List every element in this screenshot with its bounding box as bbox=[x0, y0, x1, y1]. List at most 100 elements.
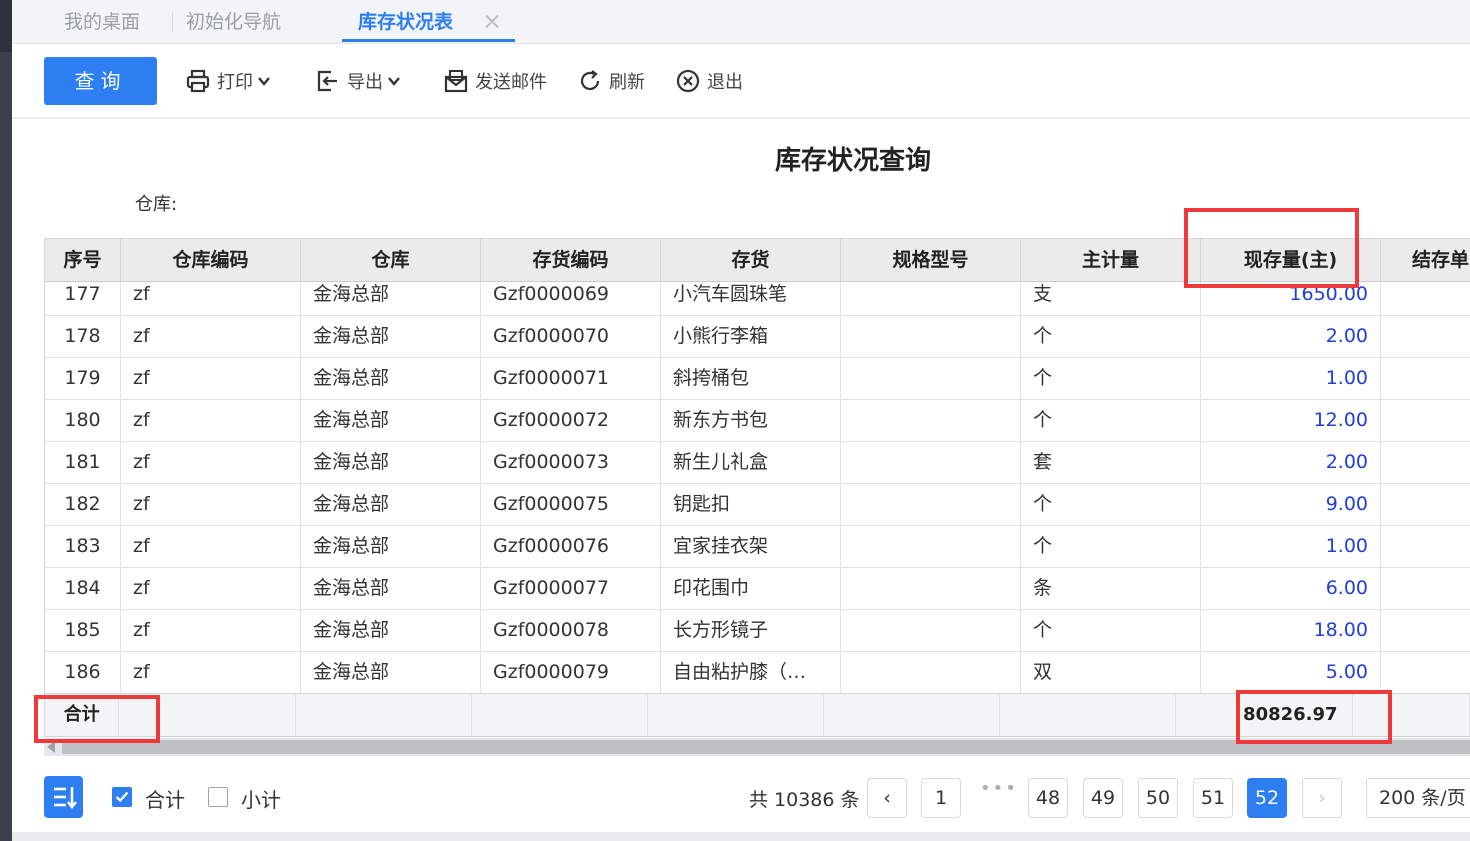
cell-inv: 钥匙扣 bbox=[661, 484, 841, 525]
col-header-wh-code[interactable]: 仓库编码 bbox=[121, 239, 301, 282]
cell-wh-code: zf bbox=[121, 400, 301, 441]
total-cell bbox=[296, 694, 472, 736]
warehouse-filter-label: 仓库: bbox=[135, 194, 178, 215]
cell-inv-code: Gzf0000076 bbox=[481, 526, 661, 567]
cell-no: 185 bbox=[45, 610, 121, 651]
page-1-button[interactable]: 1 bbox=[921, 778, 961, 818]
cell-wh: 金海总部 bbox=[301, 442, 481, 483]
cell-wh: 金海总部 bbox=[301, 358, 481, 399]
col-header-balance[interactable]: 结存单 bbox=[1381, 239, 1470, 282]
cell-spec bbox=[841, 442, 1021, 483]
chevron-down-icon bbox=[258, 77, 270, 86]
col-header-spec[interactable]: 规格型号 bbox=[841, 239, 1021, 282]
cell-unit: 套 bbox=[1021, 442, 1201, 483]
cell-inv: 新东方书包 bbox=[661, 400, 841, 441]
cell-wh-code: zf bbox=[121, 358, 301, 399]
grid-body: 177 zf 金海总部 Gzf0000069 小汽车圆珠笔 支 1650.00 … bbox=[45, 274, 1470, 694]
page-ellipsis[interactable]: ••• bbox=[980, 778, 1018, 799]
cell-wh-code: zf bbox=[121, 526, 301, 567]
table-row[interactable]: 183 zf 金海总部 Gzf0000076 宜家挂衣架 个 1.00 bbox=[45, 526, 1470, 568]
table-row[interactable]: 179 zf 金海总部 Gzf0000071 斜挎桶包 个 1.00 bbox=[45, 358, 1470, 400]
page-52-button[interactable]: 52 bbox=[1247, 778, 1287, 818]
cell-inv: 斜挎桶包 bbox=[661, 358, 841, 399]
exit-button[interactable]: 退出 bbox=[675, 66, 743, 96]
col-header-wh[interactable]: 仓库 bbox=[301, 239, 481, 282]
cell-unit: 条 bbox=[1021, 568, 1201, 609]
next-page-button[interactable]: › bbox=[1302, 778, 1342, 818]
cell-qty: 1.00 bbox=[1201, 526, 1381, 567]
grid-footer: 合计 小计 共 10386 条 ‹ 1 ••• 48 49 50 51 52 ›… bbox=[12, 760, 1470, 841]
cell-spec bbox=[841, 358, 1021, 399]
highlight-total-value bbox=[1236, 690, 1392, 744]
page-50-button[interactable]: 50 bbox=[1138, 778, 1178, 818]
table-row[interactable]: 181 zf 金海总部 Gzf0000073 新生儿礼盒 套 2.00 bbox=[45, 442, 1470, 484]
col-header-unit[interactable]: 主计量 bbox=[1021, 239, 1201, 282]
prev-page-button[interactable]: ‹ bbox=[867, 778, 907, 818]
tab-init-nav[interactable]: 初始化导航 bbox=[186, 0, 281, 44]
cell-wh-code: zf bbox=[121, 442, 301, 483]
table-row[interactable]: 182 zf 金海总部 Gzf0000075 钥匙扣 个 9.00 bbox=[45, 484, 1470, 526]
cell-unit: 个 bbox=[1021, 610, 1201, 651]
page-48-button[interactable]: 48 bbox=[1028, 778, 1068, 818]
total-checkbox[interactable] bbox=[112, 787, 132, 807]
export-button[interactable]: 导出 bbox=[315, 66, 401, 96]
report-title: 库存状况查询 bbox=[774, 146, 931, 176]
col-header-inv-code[interactable]: 存货编码 bbox=[481, 239, 661, 282]
refresh-label: 刷新 bbox=[609, 72, 645, 93]
subtotal-checkbox[interactable] bbox=[208, 787, 228, 807]
cell-wh-code: zf bbox=[121, 316, 301, 357]
cell-wh: 金海总部 bbox=[301, 400, 481, 441]
cell-inv: 自由粘护膝（… bbox=[661, 652, 841, 693]
table-row[interactable]: 180 zf 金海总部 Gzf0000072 新东方书包 个 12.00 bbox=[45, 400, 1470, 442]
cell-balance bbox=[1381, 526, 1470, 567]
cell-balance bbox=[1381, 358, 1470, 399]
cell-inv-code: Gzf0000078 bbox=[481, 610, 661, 651]
cell-inv-code: Gzf0000073 bbox=[481, 442, 661, 483]
left-sidebar-strip bbox=[0, 0, 12, 841]
send-mail-button[interactable]: 发送邮件 bbox=[443, 66, 547, 96]
cell-unit: 个 bbox=[1021, 316, 1201, 357]
total-checkbox-label[interactable]: 合计 bbox=[145, 784, 185, 813]
print-label: 打印 bbox=[217, 72, 253, 93]
cell-inv: 印花围巾 bbox=[661, 568, 841, 609]
toolbar: 查询 打印 导出 发送邮件 刷新 退出 bbox=[12, 44, 1470, 119]
cell-qty: 5.00 bbox=[1201, 652, 1381, 693]
cell-qty: 6.00 bbox=[1201, 568, 1381, 609]
query-button[interactable]: 查询 bbox=[44, 57, 157, 105]
refresh-button[interactable]: 刷新 bbox=[577, 66, 645, 96]
cell-qty: 2.00 bbox=[1201, 442, 1381, 483]
cell-spec bbox=[841, 568, 1021, 609]
printer-icon bbox=[186, 69, 210, 93]
cell-unit: 个 bbox=[1021, 484, 1201, 525]
table-row[interactable]: 184 zf 金海总部 Gzf0000077 印花围巾 条 6.00 bbox=[45, 568, 1470, 610]
page-size-select[interactable]: 200 条/页 bbox=[1366, 778, 1470, 818]
cell-spec bbox=[841, 610, 1021, 651]
tab-divider bbox=[172, 12, 173, 32]
cell-inv-code: Gzf0000071 bbox=[481, 358, 661, 399]
cell-no: 186 bbox=[45, 652, 121, 693]
col-header-no[interactable]: 序号 bbox=[45, 239, 121, 282]
cell-qty: 1.00 bbox=[1201, 358, 1381, 399]
cell-wh-code: zf bbox=[121, 484, 301, 525]
cell-inv: 长方形镜子 bbox=[661, 610, 841, 651]
tab-my-desktop[interactable]: 我的桌面 bbox=[64, 0, 140, 44]
total-record-count: 共 10386 条 bbox=[749, 789, 860, 811]
page-51-button[interactable]: 51 bbox=[1193, 778, 1233, 818]
check-icon bbox=[115, 791, 129, 803]
cell-inv: 新生儿礼盒 bbox=[661, 442, 841, 483]
table-row[interactable]: 178 zf 金海总部 Gzf0000070 小熊行李箱 个 2.00 bbox=[45, 316, 1470, 358]
cell-wh-code: zf bbox=[121, 652, 301, 693]
page-49-button[interactable]: 49 bbox=[1083, 778, 1123, 818]
column-settings-button[interactable] bbox=[44, 776, 83, 818]
close-icon[interactable]: × bbox=[482, 0, 502, 44]
col-header-inv[interactable]: 存货 bbox=[661, 239, 841, 282]
subtotal-checkbox-label[interactable]: 小计 bbox=[241, 784, 281, 813]
print-button[interactable]: 打印 bbox=[185, 66, 271, 96]
cell-wh: 金海总部 bbox=[301, 610, 481, 651]
cell-spec bbox=[841, 316, 1021, 357]
table-row[interactable]: 185 zf 金海总部 Gzf0000078 长方形镜子 个 18.00 bbox=[45, 610, 1470, 652]
table-row[interactable]: 186 zf 金海总部 Gzf0000079 自由粘护膝（… 双 5.00 bbox=[45, 652, 1470, 694]
cell-unit: 双 bbox=[1021, 652, 1201, 693]
cell-inv-code: Gzf0000072 bbox=[481, 400, 661, 441]
export-label: 导出 bbox=[347, 72, 383, 93]
